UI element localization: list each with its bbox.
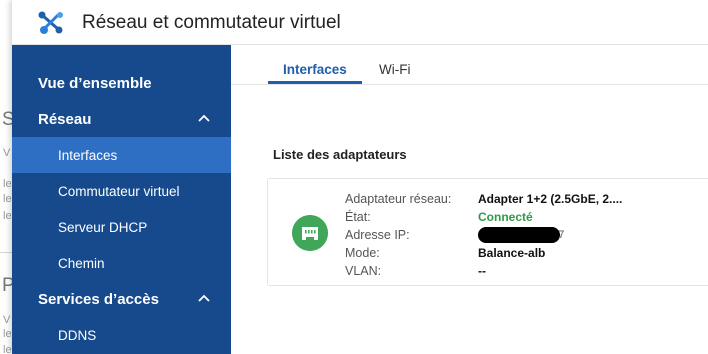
ip-redaction-mark [478,227,560,243]
background-text: V [3,147,11,159]
sidebar: Vue d’ensemble Réseau Interfaces Commuta… [12,45,231,354]
tab-wifi[interactable]: Wi-Fi [379,62,410,77]
chevron-up-icon [198,294,210,302]
sidebar-item-virtual-switch[interactable]: Commutateur virtuel [12,173,231,209]
sidebar-section-label: Services d’accès [38,291,159,308]
background-text: le [3,328,12,340]
sidebar-item-overview[interactable]: Vue d’ensemble [12,65,231,101]
sidebar-section-network[interactable]: Réseau [12,101,231,137]
vlan-value: -- [478,264,486,278]
sidebar-item-label: Vue d’ensemble [38,75,152,92]
sidebar-item-label: Commutateur virtuel [58,184,180,199]
sidebar-item-ddns[interactable]: DDNS [12,317,231,353]
vlan-label: VLAN: [345,264,382,278]
mode-label: Mode: [345,246,380,260]
sidebar-item-label: Serveur DHCP [58,220,148,235]
dialog-header: Réseau et commutateur virtuel [12,0,708,45]
adapter-label: Adaptateur réseau: [345,192,452,206]
adapter-card[interactable]: Adaptateur réseau: Adapter 1+2 (2.5GbE, … [267,178,708,286]
ethernet-port-icon [292,215,328,251]
ip-label: Adresse IP: [345,228,410,242]
sidebar-item-route[interactable]: Chemin [12,245,231,281]
sidebar-item-interfaces[interactable]: Interfaces [12,137,231,173]
state-label: État: [345,210,371,224]
background-text: le [3,210,12,222]
sidebar-section-access-services[interactable]: Services d’accès [12,281,231,317]
background-text: le [3,178,12,190]
sidebar-section-label: Réseau [38,111,92,128]
tab-bar: Interfaces Wi-Fi [231,45,708,85]
sidebar-item-label: DDNS [58,328,97,343]
adapter-list-title: Liste des adaptateurs [273,147,407,162]
network-switch-icon [38,11,63,34]
background-text: le [3,344,12,354]
dialog-title: Réseau et commutateur virtuel [82,12,341,33]
sidebar-item-dhcp-server[interactable]: Serveur DHCP [12,209,231,245]
mode-value: Balance-alb [478,246,546,260]
active-tab-indicator [268,81,362,84]
network-dialog: Réseau et commutateur virtuel Vue d’ense… [12,0,708,354]
sidebar-item-label: Chemin [58,256,105,271]
background-text: le [3,193,12,205]
sidebar-item-label: Interfaces [58,148,118,163]
background-text: V [3,314,11,326]
tab-interfaces[interactable]: Interfaces [283,62,347,77]
state-value: Connecté [478,210,533,224]
adapter-name: Adapter 1+2 (2.5GbE, 2.... [478,192,623,206]
chevron-up-icon [198,114,210,122]
